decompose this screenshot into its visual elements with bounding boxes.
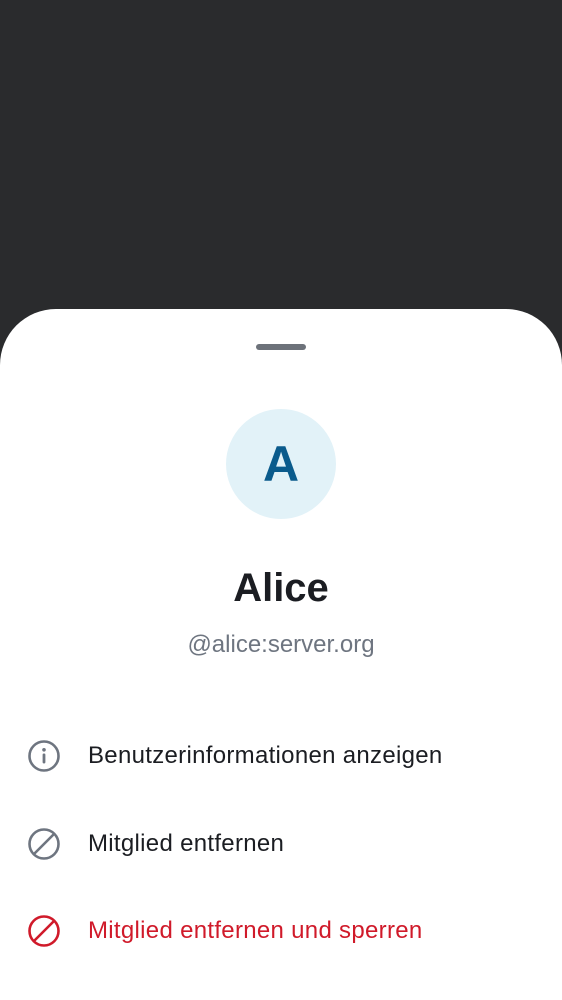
screen: A Alice @alice:server.org Benutzerinform… <box>0 0 562 1000</box>
member-display-name: Alice <box>233 566 329 610</box>
remove-member-label: Mitglied entfernen <box>88 830 285 857</box>
view-user-info-label: Benutzerinformationen anzeigen <box>88 742 443 769</box>
remove-and-ban-member-button[interactable]: Mitglied entfernen und sperren <box>0 891 562 971</box>
view-user-info-button[interactable]: Benutzerinformationen anzeigen <box>0 716 562 796</box>
ban-icon <box>26 913 62 949</box>
avatar: A <box>226 409 336 519</box>
remove-member-button[interactable]: Mitglied entfernen <box>0 804 562 884</box>
member-bottom-sheet: A Alice @alice:server.org Benutzerinform… <box>0 309 562 1000</box>
backdrop-scrim[interactable] <box>0 0 562 320</box>
info-icon <box>26 738 62 774</box>
member-user-id: @alice:server.org <box>187 631 375 658</box>
remove-and-ban-member-label: Mitglied entfernen und sperren <box>88 917 423 944</box>
block-icon <box>26 826 62 862</box>
avatar-initial: A <box>262 436 300 492</box>
drag-handle[interactable] <box>256 344 306 350</box>
